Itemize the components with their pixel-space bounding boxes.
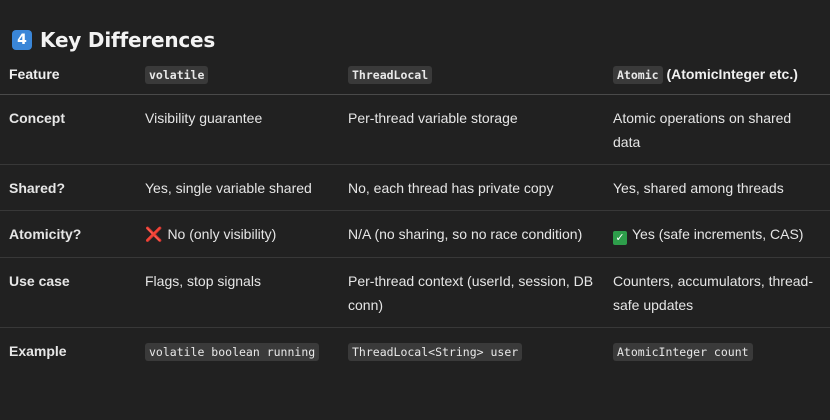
table-row: Atomicity? ❌ No (only visibility) N/A (no… [0,210,830,258]
row-label: Shared? [0,164,145,211]
header-atomic: Atomic (AtomicInteger etc.) [613,58,830,95]
cell-threadlocal: Per-thread context (userId, session, DB … [348,257,613,328]
row-label: Concept [0,94,145,165]
table-row: Example volatile boolean running ThreadL… [0,328,830,375]
cell-volatile: Flags, stop signals [145,257,348,328]
cell-threadlocal: Per-thread variable storage [348,94,613,165]
threadlocal-code: ThreadLocal [348,66,433,84]
heading-title: Key Differences [40,28,216,52]
keycap-4-icon: 4 [12,30,32,50]
cell-atomic: ✓ Yes (safe increments, CAS) [613,210,830,258]
cell-threadlocal: N/A (no sharing, so no race condition) [348,210,613,258]
cell-atomic: Atomic operations on shared data [613,94,830,165]
example-code: AtomicInteger count [613,343,753,361]
row-label: Example [9,343,67,359]
cell-volatile: Visibility guarantee [145,94,348,165]
atomic-code: Atomic [613,66,663,84]
cell-text: No (only visibility) [167,226,277,242]
cell-atomic: AtomicInteger count [613,328,830,375]
cross-mark-icon: ❌ [145,227,163,243]
cell-volatile: Yes, single variable shared [145,164,348,211]
cell-threadlocal: ThreadLocal<String> user [348,328,613,375]
section-heading: 4 Key Differences [12,28,215,52]
cell-volatile: volatile boolean running [145,328,348,375]
cell-volatile: ❌ No (only visibility) [145,210,348,258]
cell-atomic: Yes, shared among threads [613,164,830,211]
header-feature: Feature [0,58,145,95]
example-code: ThreadLocal<String> user [348,343,523,361]
volatile-code: volatile [145,66,209,84]
example-code: volatile boolean running [145,343,320,361]
table-row: Shared? Yes, single variable shared No, … [0,164,830,211]
atomic-header-suffix: (AtomicInteger etc.) [666,66,798,82]
table-row: Concept Visibility guarantee Per-thread … [0,94,830,165]
cell-atomic: Counters, accumulators, thread-safe upda… [613,257,830,328]
header-threadlocal: ThreadLocal [348,58,613,95]
table-row: Use case Flags, stop signals Per-thread … [0,257,830,328]
header-volatile: volatile [145,58,348,95]
cell-text: Yes (safe increments, CAS) [632,226,804,242]
check-mark-icon: ✓ [613,231,627,245]
row-label: Atomicity? [0,210,145,258]
differences-table: Feature volatile ThreadLocal Atomic (Ato… [0,58,830,374]
table-header-row: Feature volatile ThreadLocal Atomic (Ato… [0,58,830,95]
cell-threadlocal: No, each thread has private copy [348,164,613,211]
row-label: Use case [0,257,145,328]
